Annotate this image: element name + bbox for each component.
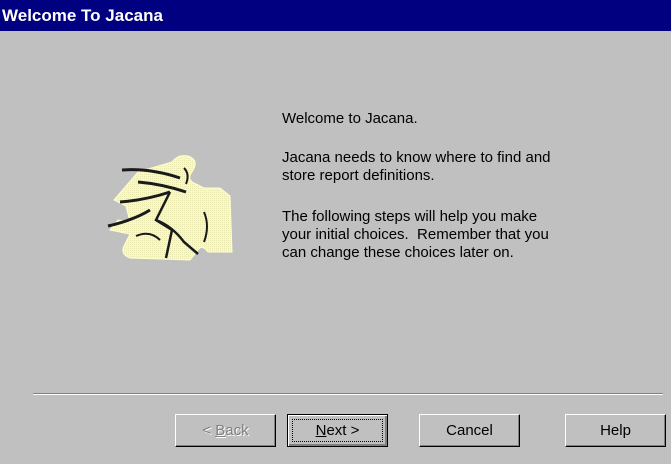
cancel-button-label: Cancel	[446, 422, 493, 439]
needs-line-2: store report definitions.	[282, 167, 435, 184]
cancel-button[interactable]: Cancel	[419, 414, 520, 447]
steps-line-2: your initial choices. Remember that you	[282, 226, 549, 243]
back-button-label: < Back	[202, 422, 249, 439]
focus-rectangle	[292, 419, 383, 442]
setup-wizard-window: Welcome To Jacana Welcome to Jacana. Jac	[0, 0, 671, 464]
help-button[interactable]: Help	[565, 414, 666, 447]
needs-line-1: Jacana needs to know where to find and	[282, 149, 551, 166]
help-button-label: Help	[600, 422, 631, 439]
window-title: Welcome To Jacana	[0, 0, 671, 31]
button-separator	[33, 393, 663, 395]
puzzle-piece-icon	[100, 150, 245, 265]
needs-paragraph: Jacana needs to know where to find and s…	[282, 149, 622, 185]
steps-paragraph: The following steps will help you make y…	[282, 208, 622, 262]
welcome-text: Welcome to Jacana. Jacana needs to know …	[282, 110, 622, 262]
welcome-line: Welcome to Jacana.	[282, 110, 418, 127]
steps-line-1: The following steps will help you make	[282, 208, 538, 225]
next-button[interactable]: Next >	[287, 414, 388, 447]
steps-line-3: can change these choices later on.	[282, 244, 514, 261]
back-button[interactable]: < Back	[175, 414, 276, 447]
